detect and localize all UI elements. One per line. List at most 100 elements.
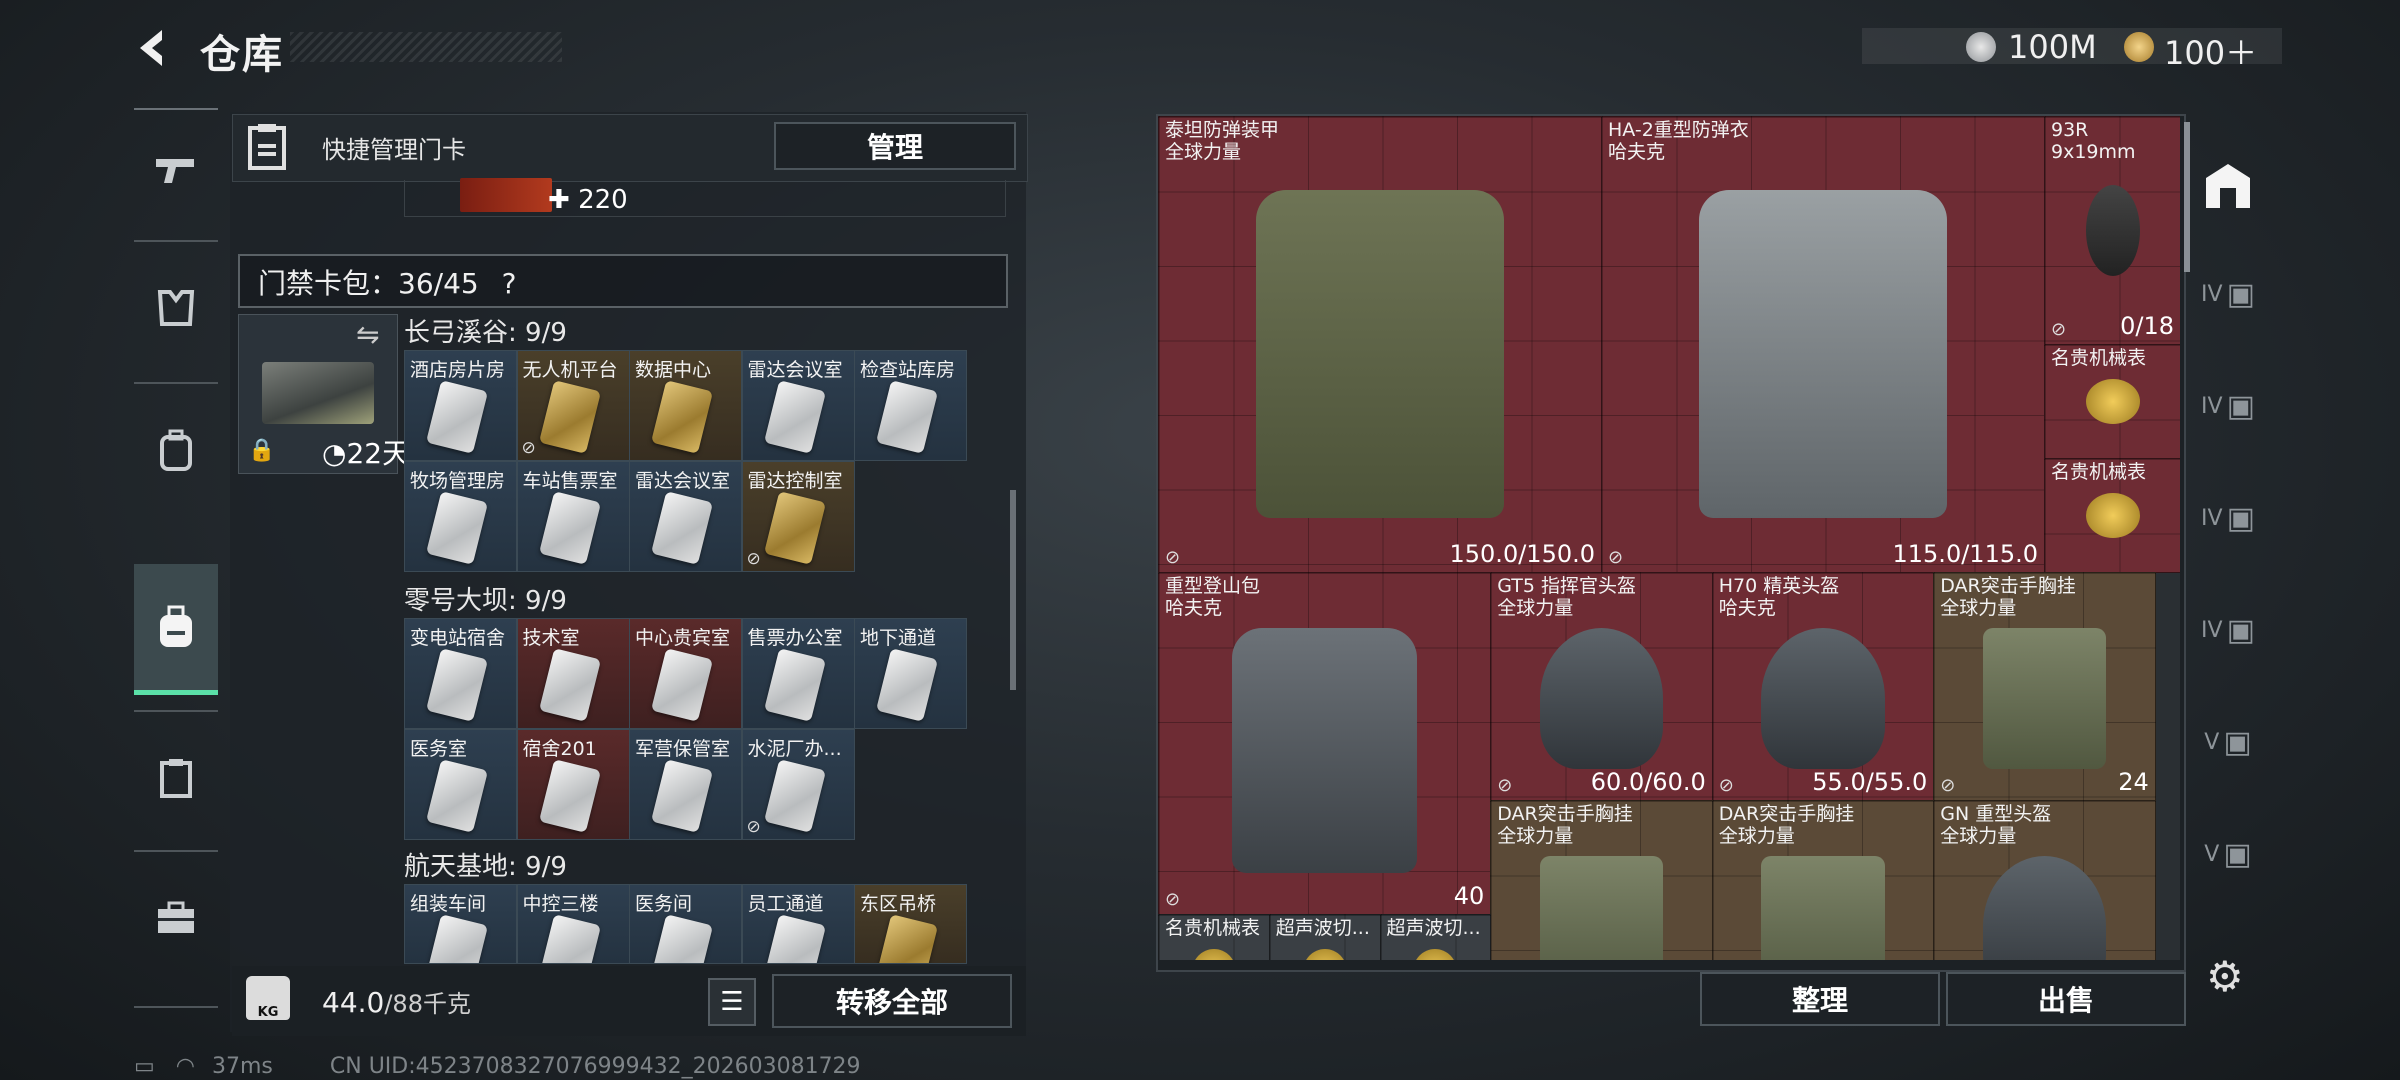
storage-item[interactable]: GT5 指挥官头盔 全球力量 60.0/60.0 ⊘ xyxy=(1490,572,1713,802)
keycard-item[interactable]: 东区吊桥 xyxy=(854,884,967,964)
keycard-item[interactable]: 技术室 xyxy=(516,618,630,729)
panel-scrollbar[interactable] xyxy=(1010,490,1016,690)
storage-tab-7[interactable]: V ▣ xyxy=(2196,814,2260,894)
sort-button[interactable]: 整理 xyxy=(1700,972,1940,1026)
item-value: 0/18 xyxy=(2120,312,2174,341)
status-line: ▭ ◠ 37ms CN UID:4523708327076999432_2026… xyxy=(134,1054,861,1079)
storage-item[interactable]: 超声波切... xyxy=(1379,914,1492,960)
keycard-icon xyxy=(650,491,714,565)
keycard-item[interactable]: 无人机平台 ⊘ xyxy=(516,350,630,461)
keycard-item[interactable]: 变电站宿舍 xyxy=(404,618,517,729)
keycard-item[interactable]: 医务间 xyxy=(629,884,742,964)
list-view-icon[interactable]: ☰ xyxy=(708,978,756,1026)
section-title: 航天基地: 9/9 xyxy=(404,852,567,882)
manage-button[interactable]: 管理 xyxy=(774,122,1016,170)
keycard-item[interactable]: 售票办公室 xyxy=(741,618,855,729)
toolbox-icon[interactable] xyxy=(134,858,218,978)
keycard-icon xyxy=(875,380,939,454)
storage-tab-6[interactable]: V ▣ xyxy=(2196,702,2260,782)
keycard-icon xyxy=(538,491,601,565)
item-image xyxy=(1256,189,1504,518)
storage-item[interactable]: 超声波切... xyxy=(1268,914,1381,960)
keycard-label: 宿舍201 xyxy=(522,738,597,760)
item-name: H70 精英头盔 哈夫克 xyxy=(1718,575,1840,620)
uid: CN UID:4523708327076999432_202603081729 xyxy=(329,1054,861,1079)
help-icon[interactable]: ? xyxy=(502,267,517,300)
storage-item[interactable]: HA-2重型防弹衣 哈夫克 115.0/115.0 ⊘ xyxy=(1601,116,2045,574)
no-insure-icon: ⊘ xyxy=(1940,775,1956,797)
keycard-item[interactable]: 中控三楼 xyxy=(516,884,630,964)
keycard-item[interactable]: 检查站库房 xyxy=(854,350,967,461)
keycard-item[interactable]: 雷达控制室 ⊘ xyxy=(741,461,855,572)
storage-item[interactable]: DAR突击手胸挂 全球力量⊘ xyxy=(1711,800,1935,960)
keycard-item[interactable]: 牧场管理房 xyxy=(404,461,517,572)
wifi-icon: ◠ xyxy=(175,1054,195,1079)
storage-tab-3[interactable]: IV ▣ xyxy=(2196,366,2260,446)
keycard-item[interactable]: 员工通道 xyxy=(741,884,855,964)
all-items-icon[interactable] xyxy=(2196,136,2260,236)
keycard-label: 无人机平台 xyxy=(522,359,618,381)
silver-coin-icon xyxy=(1966,32,1996,62)
tab-level: IV xyxy=(2201,393,2223,419)
swap-icon[interactable]: ⇋ xyxy=(356,318,379,351)
sell-button[interactable]: 出售 xyxy=(1946,972,2186,1026)
storage-tab-4[interactable]: IV ▣ xyxy=(2196,478,2260,558)
left-tab-bar xyxy=(134,108,218,1010)
pistol-icon[interactable] xyxy=(134,110,218,230)
storage-item[interactable]: H70 精英头盔 哈夫克 55.0/55.0 ⊘ xyxy=(1711,572,1935,802)
keycard-item[interactable]: 组装车间 xyxy=(404,884,517,964)
red-keycard-icon[interactable] xyxy=(460,178,552,212)
keycard-item[interactable]: 军营保管室 xyxy=(629,729,742,840)
item-name: 超声波切... xyxy=(1275,917,1370,940)
keycard-item[interactable]: 宿舍201 xyxy=(516,729,630,840)
no-insure-icon: ⊘ xyxy=(746,549,761,569)
keycard-icon xyxy=(425,914,489,963)
storage-item[interactable]: 名贵机械表 xyxy=(2044,458,2180,574)
keycard-label: 雷达会议室 xyxy=(635,470,731,492)
item-image xyxy=(1539,855,1664,960)
keycard-item[interactable]: 雷达会议室 xyxy=(741,350,855,461)
storage-tab-5[interactable]: IV ▣ xyxy=(2196,590,2260,670)
quick-manage-label: 快捷管理门卡 xyxy=(322,136,466,164)
storage-scrollbar[interactable] xyxy=(2184,122,2190,272)
keycard-item[interactable]: 数据中心 xyxy=(629,350,742,461)
keycard-item[interactable]: 酒店房片房 xyxy=(404,350,517,461)
storage-tab-2[interactable]: IV ▣ xyxy=(2196,254,2260,334)
keycard-label: 中心贵宾室 xyxy=(635,627,731,649)
transfer-all-button[interactable]: 转移全部 xyxy=(772,974,1012,1028)
storage-item[interactable]: 泰坦防弹装甲 全球力量 150.0/150.0 ⊘ xyxy=(1158,116,1602,574)
keycard-item[interactable]: 中心贵宾室 xyxy=(629,618,742,729)
item-name: HA-2重型防弹衣 哈夫克 xyxy=(1608,119,1749,163)
keycard-item[interactable]: 医务室 xyxy=(404,729,517,840)
section-title: 长弓溪谷: 9/9 xyxy=(404,318,567,348)
item-name: DAR突击手胸挂 全球力量 xyxy=(1940,575,2076,620)
keycard-icon xyxy=(650,914,714,963)
armor-vest-icon[interactable] xyxy=(134,248,218,368)
keycard-item[interactable]: 水泥厂办... ⊘ xyxy=(741,729,855,840)
storage-item[interactable]: GN 重型头盔 全球力量⊘ xyxy=(1933,800,2156,960)
keycard-label: 检查站库房 xyxy=(860,359,956,381)
item-name: DAR突击手胸挂 全球力量 xyxy=(1497,803,1633,848)
clipboard-icon[interactable] xyxy=(134,718,218,838)
keycard-item[interactable]: 雷达会议室 xyxy=(629,461,742,572)
keycard-item[interactable]: 地下通道 xyxy=(854,618,967,729)
weight-value: 44.0 xyxy=(322,986,385,1019)
keycard-item[interactable]: 车站售票室 xyxy=(516,461,630,572)
backpack-icon[interactable] xyxy=(134,390,218,510)
storage-item[interactable]: 93R 9x19mm 0/18 ⊘ xyxy=(2044,116,2180,346)
weight-max: /88千克 xyxy=(384,990,471,1018)
back-arrow-icon[interactable] xyxy=(132,26,176,70)
tab-level: V xyxy=(2204,841,2220,867)
storage-item[interactable]: DAR突击手胸挂 全球力量⊘ xyxy=(1490,800,1713,960)
keycard-label: 员工通道 xyxy=(747,893,824,915)
gold-coin-icon xyxy=(2124,32,2154,62)
tab-level: IV xyxy=(2201,281,2223,307)
keycard-icon xyxy=(875,648,939,722)
storage-item[interactable]: DAR突击手胸挂 全球力量 24 ⊘ xyxy=(1933,572,2156,802)
gear-icon[interactable]: ⚙ xyxy=(2206,952,2244,1001)
storage-item[interactable]: 名贵机械表 xyxy=(1158,914,1270,960)
item-image xyxy=(2085,379,2140,425)
storage-item[interactable]: 重型登山包 哈夫克 40 ⊘ xyxy=(1158,572,1492,916)
storage-item[interactable]: 名贵机械表 xyxy=(2044,344,2180,460)
backpack-active-icon[interactable] xyxy=(134,564,218,695)
